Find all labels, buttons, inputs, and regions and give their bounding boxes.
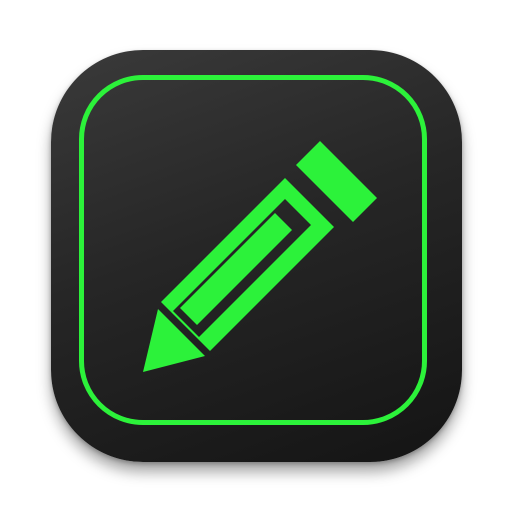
icon-canvas <box>0 0 512 512</box>
pencil-icon <box>143 141 377 372</box>
